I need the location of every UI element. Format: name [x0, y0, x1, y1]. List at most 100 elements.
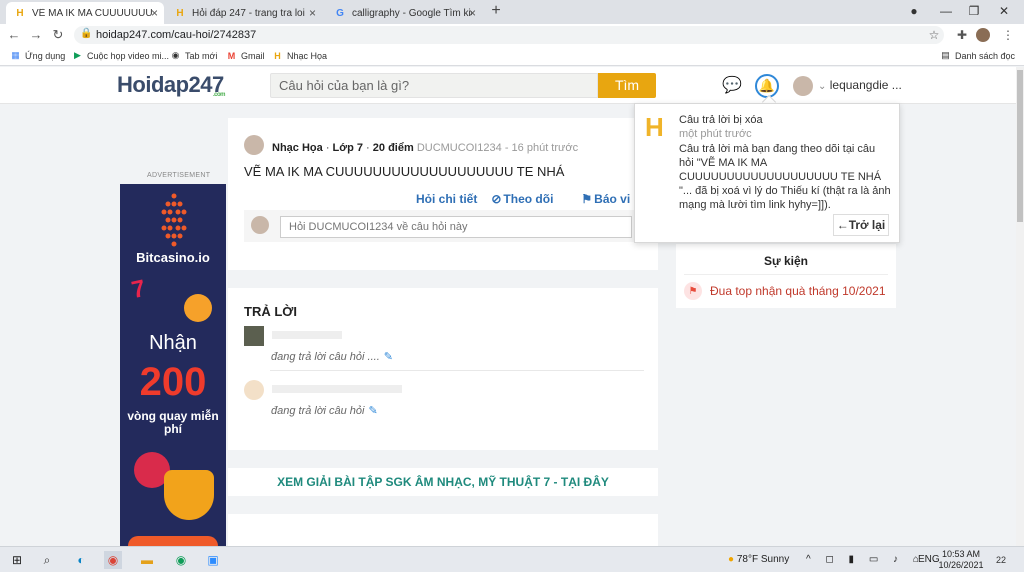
- answers-title: TRẢ LỜI: [244, 304, 297, 319]
- question-grade[interactable]: Lớp 7: [333, 142, 363, 154]
- answer-status-text: đang trả lời câu hỏi ....: [271, 351, 380, 363]
- reading-list-label: Danh sách đọc: [955, 50, 1016, 61]
- bookmark-label: Tab mới: [185, 50, 218, 61]
- chrome-icon[interactable]: ◉: [104, 551, 122, 569]
- advertisement-banner[interactable]: Bitcasino.io 7 Nhận 200 vòng quay miễn p…: [120, 184, 226, 546]
- ad-number: 200: [139, 360, 207, 404]
- question-title: VẼ MA IK MA CUUUUUUUUUUUUUUUUUUU TE NHÁ: [244, 164, 565, 179]
- bookmark-newtab[interactable]: ◉ Tab mới: [170, 50, 218, 61]
- search-button[interactable]: Tìm: [598, 73, 656, 98]
- profile-avatar[interactable]: [976, 28, 990, 42]
- reading-list[interactable]: ▤ Danh sách đọc: [940, 50, 1015, 61]
- comment-box: [244, 210, 642, 242]
- answers-card: TRẢ LỜI đang trả lời câu hỏi .... ✎ đang …: [228, 288, 658, 450]
- sun-icon: ●: [728, 554, 735, 565]
- search-input[interactable]: Câu hỏi của bạn là gì?: [270, 73, 598, 98]
- logo-text: Hoidap247: [117, 72, 224, 97]
- url-field[interactable]: 🔒 hoidap247.com/cau-hoi/2742837: [74, 26, 944, 44]
- file-explorer-icon[interactable]: ▬: [138, 551, 156, 569]
- windows-start-icon[interactable]: ⊞: [8, 551, 26, 569]
- ask-detail-link[interactable]: Hỏi chi tiết: [416, 192, 477, 206]
- user-avatar[interactable]: [793, 76, 813, 96]
- bookmark-label: Gmail: [241, 50, 265, 61]
- weather-widget[interactable]: ● 78°F Sunny: [728, 554, 789, 565]
- question-points: 20 điểm: [372, 142, 414, 154]
- answer-divider: [270, 370, 644, 371]
- coin-icon: [184, 294, 212, 322]
- bookmark-star-icon[interactable]: ☆: [926, 27, 942, 43]
- globe-icon: ◉: [171, 50, 180, 60]
- answer-status-text: đang trả lời câu hỏi: [271, 405, 365, 417]
- app-icon[interactable]: ◉: [172, 551, 190, 569]
- scrollbar-thumb[interactable]: [1017, 70, 1023, 222]
- notification-body[interactable]: Câu trả lời mà bạn đang theo dõi tại câu…: [679, 142, 891, 212]
- events-card: Sự kiện ⚑ Đua top nhận quà tháng 10/2021: [676, 244, 896, 308]
- question-subject[interactable]: Nhạc Họa: [272, 142, 323, 154]
- google-favicon-icon: G: [336, 7, 344, 19]
- comment-input[interactable]: [280, 216, 632, 238]
- close-tab-icon[interactable]: ×: [151, 6, 158, 20]
- follow-link[interactable]: ⊘ Theo dõi: [491, 192, 567, 206]
- bookmark-meet[interactable]: ▶ Cuộc họp video mi...: [72, 50, 169, 61]
- close-window-button[interactable]: ✕: [992, 2, 1016, 20]
- pencil-icon: ✎: [383, 351, 393, 363]
- hoidap-favicon-icon: H: [176, 7, 184, 19]
- question-author-time: DUCMUCOI1234 - 16 phút trước: [416, 142, 579, 154]
- follow-label: Theo dõi: [503, 192, 554, 206]
- new-tab-button[interactable]: +: [488, 2, 504, 20]
- back-button[interactable]: ←Trở lại: [833, 214, 889, 236]
- question-meta: Nhạc Họa · Lớp 7 · 20 điểm DUCMUCOI1234 …: [272, 142, 579, 154]
- edge-icon[interactable]: ◐: [72, 551, 90, 569]
- notification-bell-icon[interactable]: 🔔: [755, 74, 779, 98]
- bookmark-nhachoa[interactable]: H Nhạc Họa: [272, 50, 327, 61]
- flag-icon: ⚑: [581, 192, 593, 206]
- ad-cta-button[interactable]: [128, 536, 218, 546]
- tab-hoidap[interactable]: H Hỏi đáp 247 - trang tra loi ×: [166, 2, 322, 24]
- language-indicator[interactable]: ENG: [918, 554, 940, 565]
- answer-status: đang trả lời câu hỏi .... ✎: [271, 350, 393, 363]
- notification-title[interactable]: Câu trả lời bị xóa: [679, 114, 763, 126]
- ad-line2: vòng quay miễn phí: [127, 409, 219, 436]
- ad-line1: Nhận: [149, 332, 197, 354]
- system-tray-icons[interactable]: ^ ◻ ▮ ▭ ♪ ⌂: [806, 554, 925, 565]
- event-item[interactable]: ⚑ Đua top nhận quà tháng 10/2021: [684, 282, 886, 300]
- hoidap-favicon-icon: H: [274, 50, 281, 61]
- answer-item: đang trả lời câu hỏi .... ✎: [244, 326, 644, 372]
- hoidap-favicon-icon: H: [16, 7, 24, 19]
- notifications-center-icon[interactable]: 22: [992, 551, 1010, 569]
- tab-google[interactable]: G calligraphy - Google Tìm kiếm ×: [326, 2, 482, 24]
- reading-list-icon: ▤: [941, 50, 950, 60]
- apps-grid-icon: ▦: [11, 50, 20, 60]
- zoom-icon[interactable]: ▣: [204, 551, 222, 569]
- clock[interactable]: 10:53 AM 10/26/2021: [938, 549, 984, 571]
- clock-date: 10/26/2021: [938, 560, 984, 570]
- forward-arrow-icon[interactable]: →: [28, 27, 44, 43]
- close-tab-icon[interactable]: ×: [309, 6, 316, 20]
- bookmark-gmail[interactable]: M Gmail: [226, 50, 265, 61]
- follow-icon: ⊘: [491, 192, 502, 206]
- chat-icon[interactable]: 💬: [720, 74, 744, 98]
- reload-icon[interactable]: ↻: [50, 27, 66, 43]
- logo-sub: .com: [213, 92, 226, 98]
- back-arrow-icon[interactable]: ←: [6, 27, 22, 43]
- bookmark-label: Ứng dụng: [25, 50, 66, 61]
- username-text: lequangdie ...: [829, 78, 902, 92]
- menu-kebab-icon[interactable]: ⋮: [1000, 27, 1016, 43]
- asker-avatar: [244, 135, 264, 155]
- promo-link[interactable]: XEM GIẢI BÀI TẬP SGK ÂM NHẠC, MỸ THUẬT 7…: [228, 468, 658, 496]
- close-tab-icon[interactable]: ×: [469, 6, 476, 20]
- flag-icon: ⚑: [684, 282, 702, 300]
- search-icon[interactable]: ⌕: [38, 551, 56, 569]
- notification-time: một phút trước: [679, 128, 752, 140]
- username[interactable]: ⌄ lequangdie ...: [818, 78, 902, 92]
- minimize-button[interactable]: —: [934, 2, 958, 20]
- extensions-icon[interactable]: ✚: [954, 27, 970, 43]
- hoidap-logo-icon: H: [645, 112, 664, 142]
- bookmark-apps[interactable]: ▦ Ứng dụng: [10, 50, 65, 61]
- site-logo[interactable]: Hoidap247 .com: [117, 72, 226, 98]
- maximize-button[interactable]: ❐: [962, 2, 986, 20]
- bookmark-label: Nhạc Họa: [287, 50, 328, 61]
- back-arrow-icon: ←: [836, 218, 849, 232]
- tab-search-icon[interactable]: ●: [902, 2, 926, 20]
- tab-question[interactable]: H VẼ MA IK MA CUUUUUUUUUUUUU ×: [6, 2, 164, 24]
